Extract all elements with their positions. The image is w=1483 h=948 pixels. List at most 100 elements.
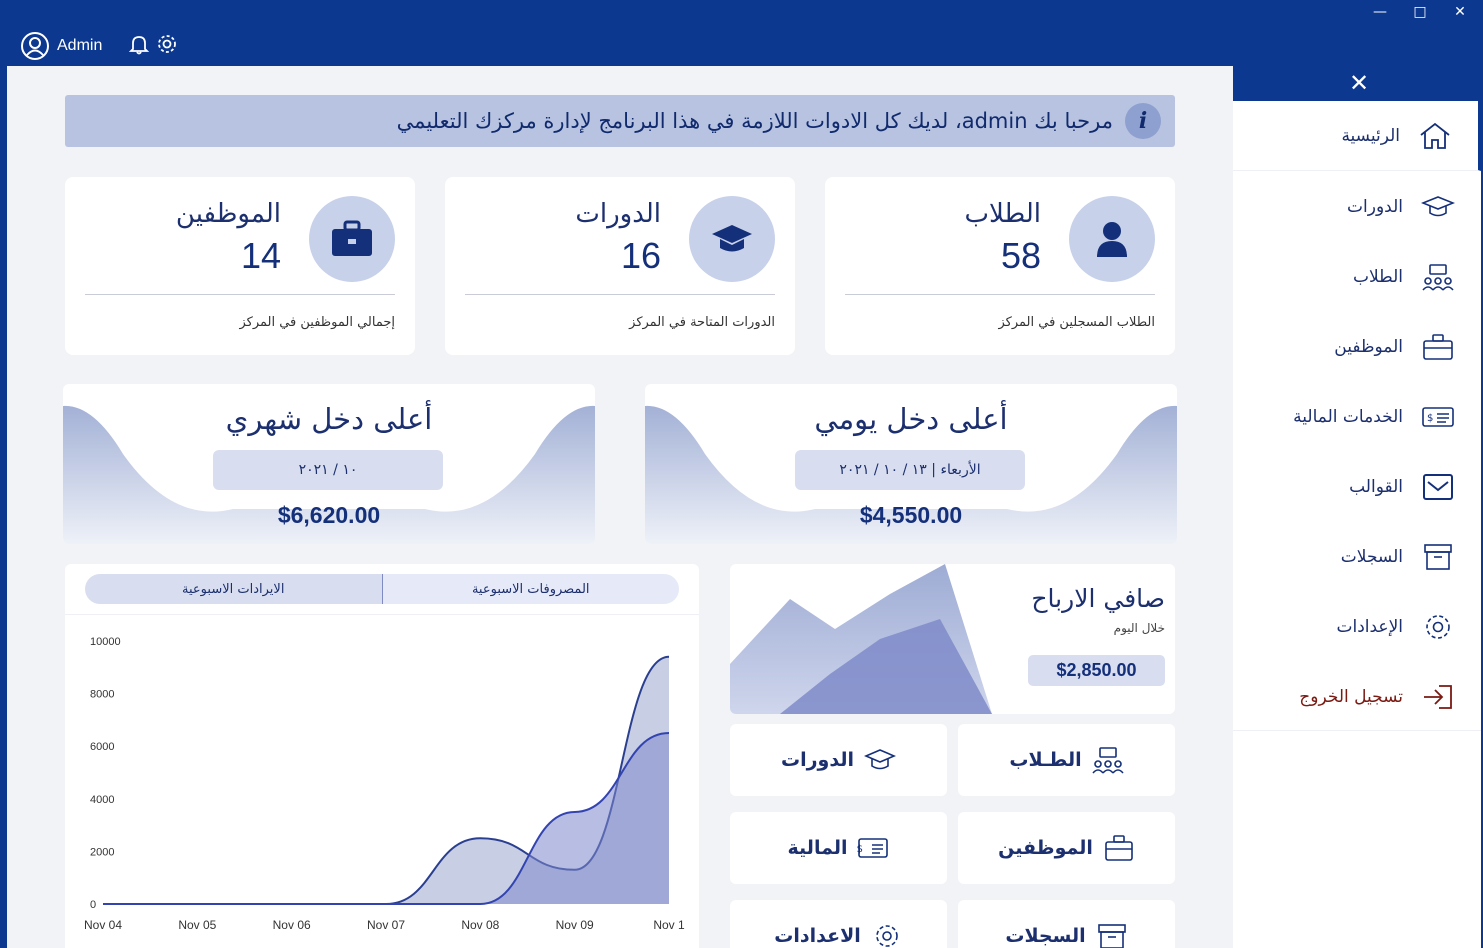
user-name: Admin [57, 37, 103, 54]
welcome-text: مرحبا بك admin، لديك كل الادوات اللازمة … [396, 109, 1113, 133]
main-content: مرحبا بك admin، لديك كل الادوات اللازمة … [7, 66, 1233, 948]
sidebar-item-label: السجلات [1340, 547, 1403, 567]
income-amount: $6,620.00 [277, 502, 381, 528]
stat-value: 58 [1000, 235, 1041, 276]
income-date: ١٠ / ٢٠٢١ [213, 450, 443, 490]
stat-title: الطلاب [964, 199, 1041, 229]
quick-link-students[interactable]: الطـلاب [958, 724, 1175, 796]
students-icon [1091, 747, 1124, 774]
briefcase-icon [1105, 835, 1133, 861]
quick-link-label: الموظفين [998, 837, 1093, 859]
sidebar-item-employees[interactable]: الموظفين [1233, 312, 1481, 382]
sidebar-item-templates[interactable]: القوالب [1233, 452, 1481, 522]
gear-icon [1426, 615, 1450, 639]
net-profit-card: صافي الارباح خلال اليوم $2,850.00 [730, 564, 1175, 714]
user-icon [1069, 196, 1155, 282]
stat-description: الدورات المتاحة في المركز [629, 315, 775, 330]
y-tick-label: 0 [90, 899, 96, 911]
graduation-cap-icon [1421, 196, 1455, 217]
settings-icon[interactable] [156, 33, 178, 55]
quick-link-records[interactable]: السجلات [958, 900, 1175, 948]
income-title: أعلى دخل شهري [225, 402, 433, 436]
sidebar-item-label: الموظفين [1334, 337, 1403, 357]
income-amount: $4,550.00 [859, 502, 963, 528]
stat-description: الطلاب المسجلين في المركز [998, 315, 1155, 330]
x-tick-label: Nov 08 [461, 918, 499, 932]
home-icon [1420, 122, 1450, 149]
x-tick-label: Nov 04 [84, 918, 122, 932]
quick-link-label: الدورات [781, 749, 854, 771]
profit-subtitle: خلال اليوم [1113, 621, 1165, 635]
daily-income-card: أعلى دخل يومي الأربعاء | ١٣ / ١٠ / ٢٠٢١ … [645, 384, 1177, 544]
tab-weekly-revenue[interactable]: الايرادات الاسبوعية [85, 574, 382, 604]
courses-stat-card: الدورات 16 الدورات المتاحة في المركز [445, 177, 795, 355]
quick-link-employees[interactable]: الموظفين [958, 812, 1175, 884]
sidebar-item-label: الخدمات المالية [1293, 407, 1403, 427]
sidebar-item-home[interactable]: الرئيسية [1233, 101, 1481, 171]
close-window-button[interactable]: ✕ [1451, 4, 1469, 20]
profit-title: صافي الارباح [1031, 584, 1165, 613]
quick-link-courses[interactable]: الدورات [730, 724, 947, 796]
income-title: أعلى دخل يومي [814, 402, 1008, 436]
minimize-button[interactable]: — [1371, 4, 1389, 20]
sidebar-item-label: القوالب [1349, 477, 1403, 497]
stat-value: 14 [240, 235, 281, 276]
sidebar-close-button[interactable]: ✕ [1349, 69, 1369, 97]
x-tick-label: Nov 1 [653, 918, 685, 932]
graduation-cap-icon [689, 196, 775, 282]
sidebar-item-label: الدورات [1347, 197, 1403, 217]
sidebar-item-students[interactable]: الطلاب [1233, 242, 1481, 312]
x-tick-label: Nov 09 [556, 918, 594, 932]
income-date: الأربعاء | ١٣ / ١٠ / ٢٠٢١ [795, 450, 1025, 490]
stat-title: الموظفين [175, 199, 281, 229]
sidebar-item-label: الطلاب [1353, 267, 1403, 287]
bell-icon[interactable] [128, 33, 150, 55]
sidebar-item-records[interactable]: السجلات [1233, 522, 1481, 592]
tab-weekly-expenses[interactable]: المصروفات الاسبوعية [381, 574, 679, 604]
welcome-banner: مرحبا بك admin، لديك كل الادوات اللازمة … [65, 95, 1175, 147]
gear-icon [875, 925, 898, 947]
user-circle-icon [21, 32, 49, 60]
info-icon: i [1125, 103, 1161, 139]
y-tick-label: 6000 [90, 741, 114, 753]
quick-link-finance[interactable]: $ المالية [730, 812, 947, 884]
x-tick-label: Nov 05 [178, 918, 216, 932]
svg-text:$: $ [857, 844, 863, 855]
window-controls: — □ ✕ [1371, 4, 1469, 20]
quick-link-label: المالية [787, 837, 848, 859]
divider [1233, 730, 1481, 731]
sidebar-item-logout[interactable]: تسجيل الخروج [1233, 662, 1481, 732]
quick-link-label: الاعدادات [774, 925, 861, 947]
students-icon [1422, 264, 1454, 291]
y-tick-label: 4000 [90, 794, 114, 806]
user-menu[interactable]: Admin [20, 31, 102, 61]
sidebar: ✕ الرئيسية الدورات الطلاب الموظفين الخدم… [1233, 66, 1483, 948]
sidebar-item-settings[interactable]: الإعدادات [1233, 592, 1481, 662]
finance-icon: $ [1422, 407, 1454, 427]
divider [85, 294, 395, 295]
students-stat-card: الطلاب 58 الطلاب المسجلين في المركز [825, 177, 1175, 355]
graduation-cap-icon [864, 749, 896, 770]
y-tick-label: 2000 [90, 846, 114, 858]
quick-link-label: السجلات [1005, 925, 1086, 947]
maximize-button[interactable]: □ [1411, 4, 1429, 20]
divider [845, 294, 1155, 295]
logout-icon [1424, 685, 1452, 709]
mail-icon [1423, 474, 1453, 500]
employees-stat-card: الموظفين 14 إجمالي الموظفين في المركز [65, 177, 415, 355]
quick-link-settings[interactable]: الاعدادات [730, 900, 947, 948]
x-tick-label: Nov 07 [367, 918, 405, 932]
quick-link-label: الطـلاب [1009, 749, 1082, 771]
stat-description: إجمالي الموظفين في المركز [239, 315, 395, 330]
stat-title: الدورات [575, 199, 661, 229]
title-bar: Admin — □ ✕ [0, 0, 1483, 66]
sidebar-item-courses[interactable]: الدورات [1233, 172, 1481, 242]
svg-text:$: $ [1427, 413, 1433, 424]
stat-value: 16 [620, 235, 661, 276]
sidebar-item-finance[interactable]: الخدمات المالية $ [1233, 382, 1481, 452]
sidebar-item-label: الرئيسية [1341, 125, 1400, 146]
series-area-1 [103, 733, 669, 904]
area-chart: 0 2000 4000 6000 8000 10000 Nov 04 Nov 05 Nov 06… [84, 636, 685, 932]
monthly-income-card: أعلى دخل شهري ١٠ / ٢٠٢١ $6,620.00 [63, 384, 595, 544]
sidebar-item-label: تسجيل الخروج [1299, 687, 1403, 707]
